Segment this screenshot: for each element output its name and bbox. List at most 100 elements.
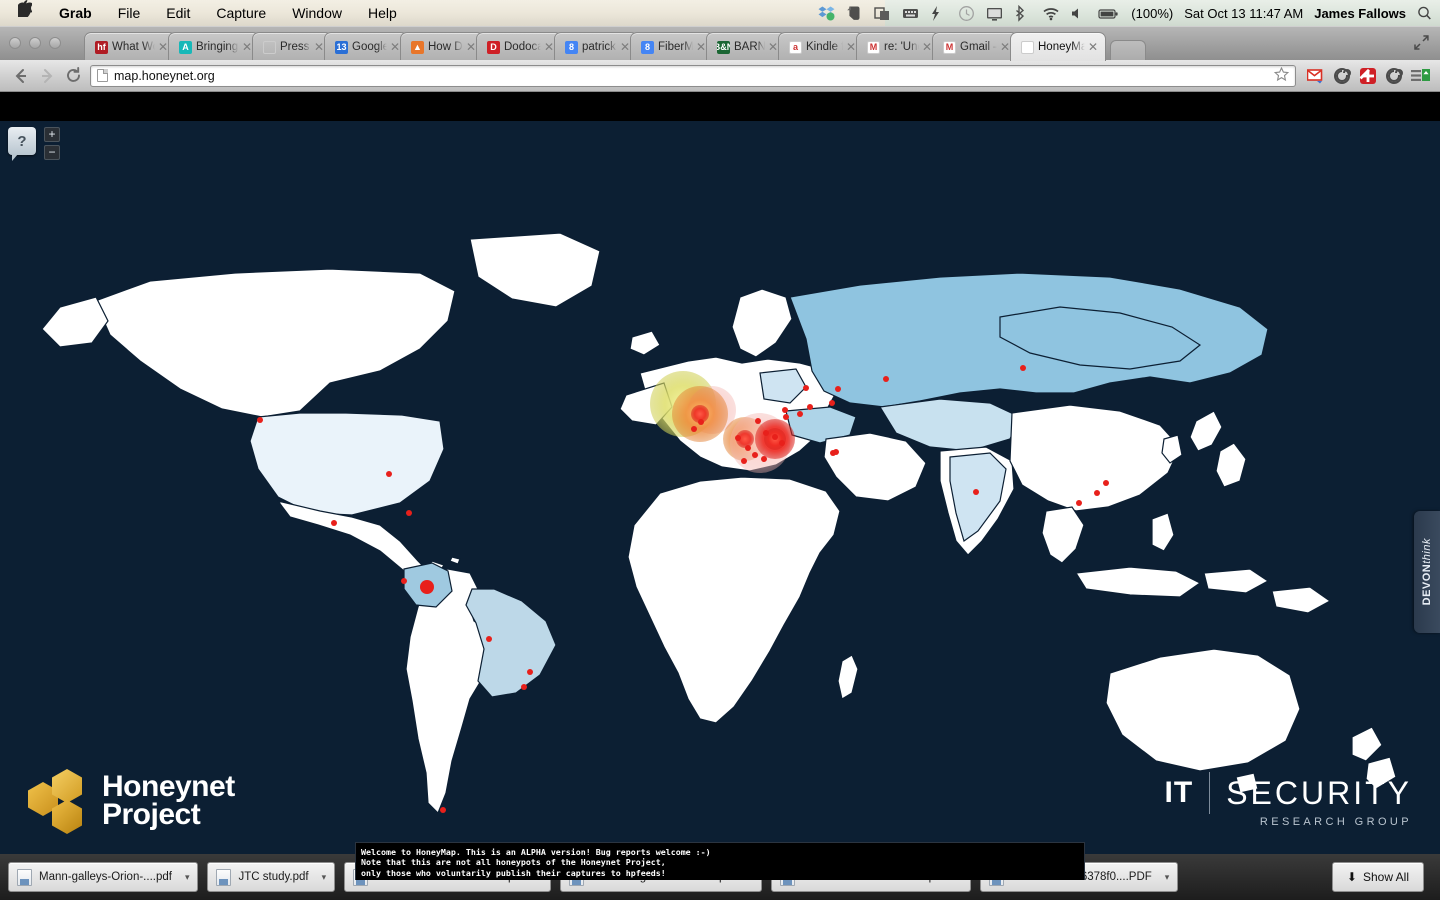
attack-marker[interactable]	[1103, 480, 1109, 486]
browser-tab[interactable]: HoneyMap✕	[1010, 32, 1106, 61]
browser-tab[interactable]: hfWhat Wou✕	[84, 32, 176, 61]
attack-marker[interactable]	[257, 417, 263, 423]
browser-tab[interactable]: MGmail – In✕	[932, 32, 1018, 61]
attack-marker[interactable]	[761, 456, 767, 462]
attack-marker[interactable]	[1020, 365, 1026, 371]
attack-marker[interactable]	[1094, 490, 1100, 496]
browser-tab[interactable]: DDodocase✕	[476, 32, 562, 61]
wifi-icon[interactable]	[1042, 5, 1059, 22]
attack-marker[interactable]	[406, 510, 412, 516]
volume-icon[interactable]	[1070, 5, 1087, 22]
apple-menu-icon[interactable]	[0, 0, 46, 26]
browser-tab[interactable]: ABringing L✕	[168, 32, 260, 61]
chrome-menu-icon[interactable]	[1408, 64, 1432, 88]
download-menu-caret-icon[interactable]: ▾	[318, 872, 331, 883]
attack-marker[interactable]	[331, 520, 337, 526]
attack-marker[interactable]	[883, 376, 889, 382]
zoom-window-button[interactable]	[49, 37, 61, 49]
attack-marker[interactable]	[763, 430, 769, 436]
download-menu-caret-icon[interactable]: ▾	[181, 872, 194, 883]
show-all-downloads-button[interactable]: ⬇ Show All	[1331, 862, 1424, 892]
browser-tab[interactable]: 8patrick bu✕	[554, 32, 638, 61]
clock-icon[interactable]	[958, 5, 975, 22]
attack-marker[interactable]	[401, 578, 407, 584]
download-item[interactable]: JTC study.pdf ▾	[207, 862, 336, 892]
attack-marker[interactable]	[782, 407, 788, 413]
menu-app-name[interactable]: Grab	[46, 0, 105, 26]
menu-item-capture[interactable]: Capture	[203, 0, 279, 26]
download-menu-caret-icon[interactable]: ▾	[1161, 872, 1174, 883]
browser-tab[interactable]: Press | SFI✕	[252, 32, 332, 61]
attack-marker[interactable]	[527, 669, 533, 675]
attack-marker[interactable]	[779, 440, 785, 446]
attack-marker[interactable]	[420, 580, 434, 594]
bluetooth-icon[interactable]	[1014, 4, 1031, 22]
window-controls[interactable]	[9, 37, 61, 49]
attack-marker[interactable]	[772, 434, 778, 440]
evernote-web-icon[interactable]	[1382, 64, 1406, 88]
download-item[interactable]: Mann-galleys-Orion-....pdf ▾	[8, 862, 199, 892]
tab-favicon-icon	[1021, 40, 1034, 54]
menu-item-file[interactable]: File	[105, 0, 154, 26]
battery-icon[interactable]	[1098, 5, 1120, 22]
attack-marker[interactable]	[386, 471, 392, 477]
browser-tab[interactable]: aKindle for✕	[778, 32, 864, 61]
menu-bar-clock[interactable]: Sat Oct 13 11:47 AM	[1184, 6, 1303, 21]
address-bar[interactable]: map.honeynet.org	[90, 64, 1296, 87]
attack-marker[interactable]	[486, 636, 492, 642]
tab-close-icon[interactable]: ✕	[1088, 41, 1099, 53]
forward-button[interactable]	[34, 63, 60, 89]
attack-marker[interactable]	[835, 386, 841, 392]
attack-marker[interactable]	[755, 418, 761, 424]
menu-item-edit[interactable]: Edit	[153, 0, 203, 26]
back-button[interactable]	[8, 63, 34, 89]
menu-item-help[interactable]: Help	[355, 0, 410, 26]
evernote-icon[interactable]	[846, 5, 863, 22]
minimize-window-button[interactable]	[29, 37, 41, 49]
spotlight-search-icon[interactable]	[1417, 5, 1432, 22]
help-button[interactable]: ?	[8, 127, 36, 161]
fullscreen-icon[interactable]	[1414, 35, 1430, 51]
flash-icon[interactable]	[930, 5, 947, 22]
attack-marker[interactable]	[698, 419, 704, 425]
menu-bar-user[interactable]: James Fallows	[1314, 6, 1406, 21]
adblock-icon[interactable]	[1356, 64, 1380, 88]
attack-marker[interactable]	[803, 385, 809, 391]
browser-tab[interactable]: 13Google Ca✕	[324, 32, 408, 61]
screen-share-icon[interactable]	[874, 5, 891, 22]
attack-marker[interactable]	[783, 414, 789, 420]
event-console[interactable]: Welcome to HoneyMap. This is an ALPHA ve…	[355, 842, 1085, 880]
devonthink-sorter-tab[interactable]: DEVONthink	[1414, 511, 1440, 633]
menu-item-window[interactable]: Window	[279, 0, 355, 26]
zoom-in-button[interactable]: +	[44, 127, 60, 142]
attack-marker[interactable]	[752, 452, 758, 458]
attack-marker[interactable]	[521, 684, 527, 690]
attack-marker[interactable]	[833, 449, 839, 455]
tab-title: patrick bu	[582, 41, 617, 53]
attack-marker[interactable]	[807, 404, 813, 410]
attack-marker[interactable]	[440, 807, 446, 813]
display-icon[interactable]	[986, 5, 1003, 22]
text-expander-icon[interactable]	[902, 5, 919, 22]
bookmark-star-icon[interactable]	[1273, 66, 1290, 85]
attack-marker[interactable]	[973, 489, 979, 495]
reload-button[interactable]	[60, 63, 86, 89]
browser-tab[interactable]: Mre: 'Undec✕	[856, 32, 940, 61]
attack-marker[interactable]	[741, 458, 747, 464]
close-window-button[interactable]	[9, 37, 21, 49]
new-tab-button[interactable]	[1110, 40, 1146, 61]
browser-tab[interactable]: B&NBARNES &✕	[706, 32, 786, 61]
attack-marker[interactable]	[1076, 500, 1082, 506]
browser-tab[interactable]: 8FiberMark✕	[630, 32, 714, 61]
attack-marker[interactable]	[745, 445, 751, 451]
browser-tab[interactable]: ▲How DOD✕	[400, 32, 484, 61]
dropbox-icon[interactable]	[818, 5, 835, 22]
attack-marker[interactable]	[797, 411, 803, 417]
attack-marker[interactable]	[829, 400, 835, 406]
world-map[interactable]	[0, 121, 1440, 880]
gmail-checker-icon[interactable]	[1304, 64, 1328, 88]
evernote-clipper-icon[interactable]	[1330, 64, 1354, 88]
attack-marker[interactable]	[735, 435, 741, 441]
attack-marker[interactable]	[691, 426, 697, 432]
zoom-out-button[interactable]: −	[44, 145, 60, 160]
